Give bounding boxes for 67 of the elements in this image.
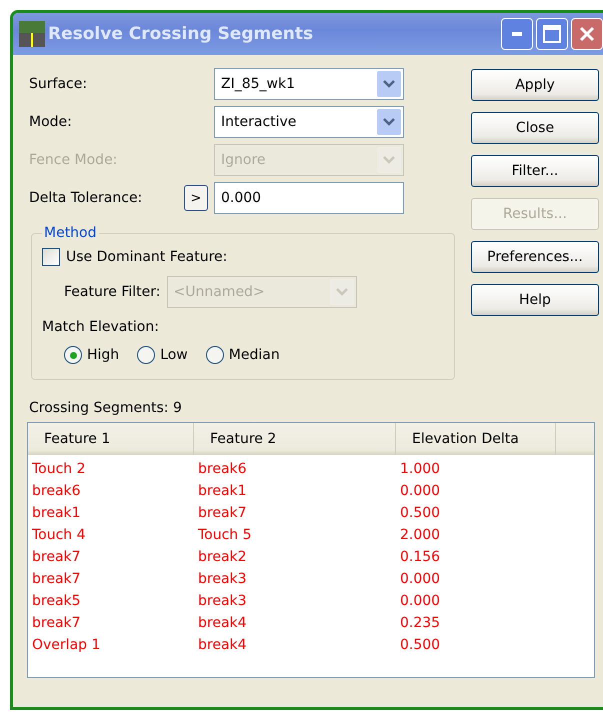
field-label: Mode: [29, 114, 73, 130]
checkbox[interactable] [42, 248, 60, 266]
dialog-button[interactable]: Filter... [471, 155, 599, 187]
table-cell-text: 0.235 [399, 615, 442, 631]
close-button[interactable] [571, 18, 603, 50]
table-cell-text: break7 [31, 615, 82, 631]
table-cell-text: break7 [197, 505, 248, 521]
table-cell-text: break5 [31, 593, 82, 609]
radio-button[interactable] [64, 346, 82, 364]
table-cell-text: break6 [31, 483, 82, 499]
table-cell-text: 0.156 [399, 549, 442, 565]
chevron-down-icon [336, 288, 348, 296]
checkbox-label: Use Dominant Feature: [66, 249, 228, 265]
radio-label: Median [228, 347, 280, 363]
table-cell-text: break4 [197, 637, 248, 653]
table-cell-text: 0.000 [399, 593, 442, 609]
table-cell-text: Touch 4 [31, 527, 87, 543]
field-label: Match Elevation: [42, 319, 159, 335]
table-cell-text: break1 [31, 505, 82, 521]
radio-label: Low [160, 347, 188, 363]
field-label: Surface: [29, 76, 88, 92]
input-field[interactable]: 0.000 [214, 182, 404, 214]
table-cell-text: break6 [197, 461, 248, 477]
radio-label: High [87, 347, 120, 363]
table-cell-text: break3 [197, 571, 248, 587]
dialog-button[interactable]: Close [471, 112, 599, 144]
field-label: Delta Tolerance: [29, 190, 144, 206]
dropdown[interactable]: ZI_85_wk1 [214, 68, 404, 100]
dropdown[interactable]: Interactive [214, 106, 404, 138]
chevron-down-icon [383, 80, 395, 88]
table-cell-text: break3 [197, 593, 248, 609]
table-cell-text: Touch 5 [197, 527, 253, 543]
radio-button[interactable] [206, 346, 224, 364]
road-icon [19, 21, 45, 47]
chevron-down-icon [383, 156, 395, 164]
chevron-down-icon [383, 118, 395, 126]
radio-button[interactable] [137, 346, 156, 364]
table-cell-text: 0.500 [399, 505, 442, 521]
table-cell-text: 0.000 [399, 483, 442, 499]
dialog-button[interactable]: Apply [471, 69, 599, 101]
column-header[interactable]: Feature 2 [210, 431, 276, 447]
maximize-button[interactable] [536, 18, 568, 50]
table-cell-text: break7 [31, 549, 82, 565]
group-title: Method [43, 225, 98, 241]
column-header[interactable]: Elevation Delta [412, 431, 519, 447]
minimize-button[interactable] [501, 18, 533, 50]
table-cell-text: 2.000 [399, 527, 442, 543]
expand-button[interactable]: > [184, 185, 208, 211]
dialog-button[interactable]: Preferences... [471, 241, 599, 273]
minimize-icon [512, 32, 522, 36]
dialog-button[interactable]: Help [471, 284, 599, 316]
field-label: Fence Mode: [29, 152, 118, 168]
table-cell-text: break7 [31, 571, 82, 587]
window-title: Resolve Crossing Segments [48, 24, 314, 44]
column-header[interactable]: Feature 1 [44, 431, 110, 447]
table-cell-text: break4 [197, 615, 248, 631]
close-icon [579, 26, 595, 42]
table-cell-text: 0.500 [399, 637, 442, 653]
table-cell-text: 0.000 [399, 571, 442, 587]
count-label: Crossing Segments: 9 [29, 400, 183, 416]
table-cell-text: Overlap 1 [31, 637, 102, 653]
table-cell-text: break2 [197, 549, 248, 565]
table-cell-text: Touch 2 [31, 461, 87, 477]
table-cell-text: break1 [197, 483, 248, 499]
table-cell-text: 1.000 [399, 461, 442, 477]
maximize-icon [543, 25, 561, 43]
field-label: Feature Filter: [64, 284, 160, 300]
